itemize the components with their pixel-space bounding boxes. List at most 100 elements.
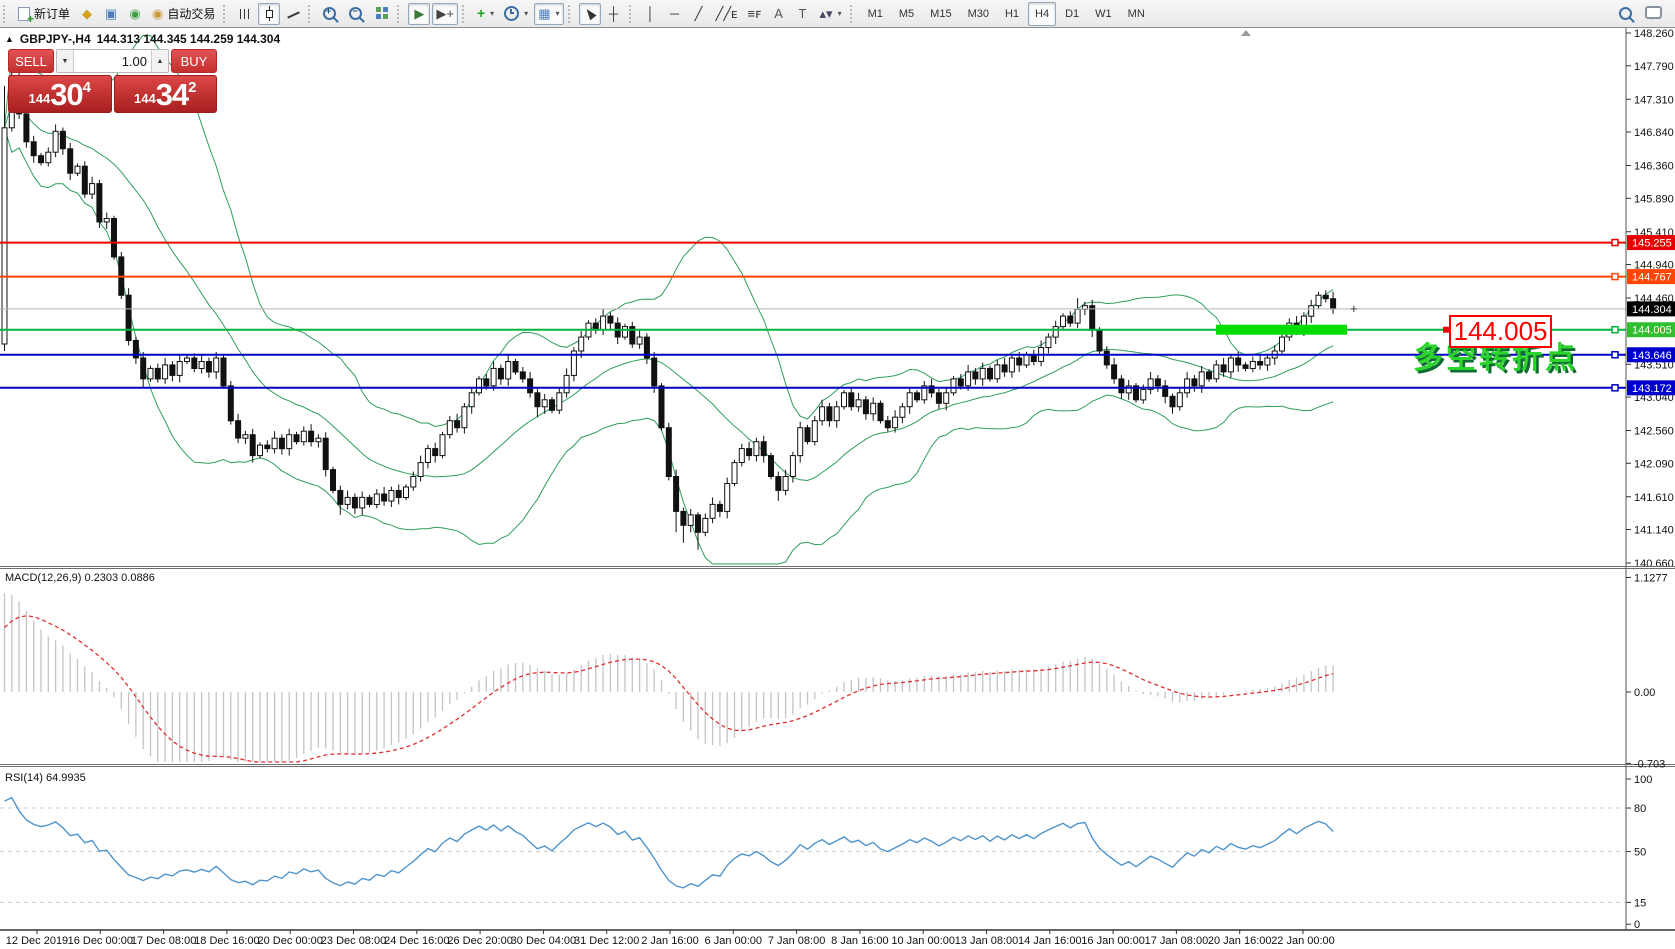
signals-button[interactable]: ◉ <box>124 3 146 25</box>
tile-windows-button[interactable] <box>371 3 393 25</box>
timeframe-d1-button[interactable]: D1 <box>1058 2 1086 26</box>
search-icon <box>1619 7 1632 20</box>
price-tick-label: 148.260 <box>1634 28 1674 40</box>
time-tick-label: 6 Jan 00:00 <box>705 935 763 947</box>
bar-chart-type-button[interactable] <box>234 3 256 25</box>
hline-endpoint[interactable] <box>1611 351 1619 359</box>
hline-endpoint[interactable] <box>1611 384 1619 392</box>
chart-symbol-label: GBPJPY-,H4 <box>19 32 91 46</box>
cursor-button[interactable] <box>578 2 601 25</box>
sell-price-box[interactable]: 144 30 4 <box>8 75 112 113</box>
chevron-down-icon[interactable]: ▾ <box>555 9 559 18</box>
chevron-down-icon[interactable]: ▾ <box>838 9 842 18</box>
time-tick-label: 22 Jan 00:00 <box>1271 935 1335 947</box>
time-tick-label: 30 Dec 04:00 <box>511 935 576 947</box>
volume-increase-button[interactable]: ▲ <box>151 50 168 72</box>
buy-price-box[interactable]: 144 34 2 <box>113 75 217 113</box>
vertical-line-button[interactable]: │ <box>640 3 662 25</box>
level-lines[interactable]: +多空转折点多空转折点144.005 <box>0 238 1626 392</box>
price-badge-label: 144.304 <box>1632 304 1672 316</box>
time-tick-label: 14 Jan 16:00 <box>1018 935 1082 947</box>
toolbar-drag-handle[interactable] <box>461 4 468 23</box>
zoom-in-button[interactable] <box>319 3 343 25</box>
highlight-bar[interactable] <box>1216 324 1347 335</box>
chart-shift-button[interactable]: ▶+ <box>432 2 458 25</box>
templates-button[interactable]: ▦ ▾ <box>534 2 564 25</box>
toolbar-drag-handle[interactable] <box>3 4 9 23</box>
volume-input[interactable] <box>74 50 151 72</box>
time-tick-label: 26 Dec 20:00 <box>447 935 512 947</box>
trendline-button[interactable]: ╱ <box>688 3 710 25</box>
text-button[interactable]: A <box>768 3 790 25</box>
monitor-icon: ▣ <box>104 6 118 21</box>
hline-endpoint[interactable] <box>1611 238 1619 247</box>
macd-axis-label: 0.00 <box>1634 687 1655 699</box>
arrows-icon: ▴▾ <box>819 6 833 21</box>
macd-label: MACD(12,26,9) 0.2303 0.0886 <box>5 572 155 584</box>
new-order-button-label: 新订单 <box>34 7 71 21</box>
rsi-axis-label: 50 <box>1634 847 1646 859</box>
community-chat-button[interactable] <box>1641 3 1666 25</box>
time-tick-label: 23 Dec 08:00 <box>321 935 386 947</box>
timeframe-m5-button[interactable]: M5 <box>892 2 921 26</box>
auto-trading-icon: ◉ <box>152 6 164 21</box>
time-tick-label: 20 Dec 00:00 <box>257 935 322 947</box>
new-order-icon <box>18 6 34 26</box>
timeframe-mn-button[interactable]: MN <box>1121 2 1152 26</box>
channel-icon: ╱╱ᴇ <box>715 6 738 21</box>
crosshair-button[interactable]: ┼ <box>603 3 625 25</box>
candles <box>1 54 1337 550</box>
time-tick-label: 16 Jan 00:00 <box>1081 935 1145 947</box>
macd-axis-label: -0.703 <box>1634 758 1665 770</box>
chevron-down-icon[interactable]: ▾ <box>524 9 528 18</box>
hline-endpoint[interactable] <box>1611 325 1619 334</box>
timeframe-h1-button[interactable]: H1 <box>998 2 1026 26</box>
arrows-button[interactable]: ▴▾ ▾ <box>816 3 846 25</box>
horizontal-line-button[interactable]: ─ <box>664 3 686 25</box>
search-button[interactable] <box>1615 3 1639 25</box>
vertical-line-icon: │ <box>646 6 655 21</box>
buy-price-whole: 144 <box>133 91 156 106</box>
timeframe-w1-button[interactable]: W1 <box>1088 2 1119 26</box>
toolbar-drag-handle[interactable] <box>628 4 635 23</box>
candlestick-type-button[interactable] <box>258 2 281 25</box>
market-watch-button[interactable]: ▣ <box>100 3 122 25</box>
timeframe-m1-button[interactable]: M1 <box>861 2 890 26</box>
charts-button[interactable]: ◆ <box>76 3 98 25</box>
auto-trading-button[interactable]: ◉ 自动交易 <box>148 3 219 25</box>
chevron-down-icon[interactable]: ▾ <box>490 9 494 18</box>
toolbar-drag-handle[interactable] <box>308 4 314 23</box>
price-callout-text: 144.005 <box>1454 316 1548 346</box>
toolbar-drag-handle[interactable] <box>397 4 403 23</box>
text-label-button[interactable]: T <box>792 3 814 25</box>
line-chart-type-button[interactable] <box>282 3 304 25</box>
horizontal-line-icon: ─ <box>669 6 680 21</box>
periods-button[interactable]: ▾ <box>500 3 532 25</box>
chart-gold-icon: ◆ <box>82 6 93 21</box>
rsi-axis-label: 15 <box>1634 897 1646 909</box>
timeframe-m15-button[interactable]: M15 <box>923 2 958 26</box>
new-order-button[interactable]: 新订单 <box>14 3 74 26</box>
panel-collapse-icon[interactable]: ▲ <box>5 34 14 44</box>
toolbar-drag-handle[interactable] <box>223 4 229 23</box>
candlestick-icon <box>265 6 274 21</box>
zoom-out-button[interactable] <box>345 3 369 25</box>
equidistant-channel-button[interactable]: ╱╱ᴇ <box>712 3 742 25</box>
buy-button[interactable]: BUY <box>171 49 217 73</box>
rsi-axis-label: 100 <box>1634 774 1652 786</box>
volume-decrease-button[interactable]: ▼ <box>57 50 74 72</box>
toolbar-drag-handle[interactable] <box>849 4 856 23</box>
toolbar-drag-handle[interactable] <box>567 4 574 23</box>
indicators-button[interactable]: + ▾ <box>473 3 498 25</box>
timeframe-h4-button[interactable]: H4 <box>1028 1 1057 26</box>
sell-price-point: 4 <box>82 79 92 96</box>
timeframe-m30-button[interactable]: M30 <box>961 2 996 26</box>
auto-scroll-button[interactable]: ▶ <box>408 2 431 25</box>
chart-canvas: +多空转折点多空转折点144.005148.260147.790147.3101… <box>0 28 1675 947</box>
hline-endpoint[interactable] <box>1611 272 1619 281</box>
fibonacci-button[interactable]: ≡ꜰ <box>744 3 766 25</box>
zoom-in-icon <box>323 6 337 20</box>
toolbar-group <box>318 0 394 27</box>
sell-button[interactable]: SELL <box>8 49 54 73</box>
rsi-panel: RSI(14) 64.9935 1008050150 <box>0 772 1652 931</box>
